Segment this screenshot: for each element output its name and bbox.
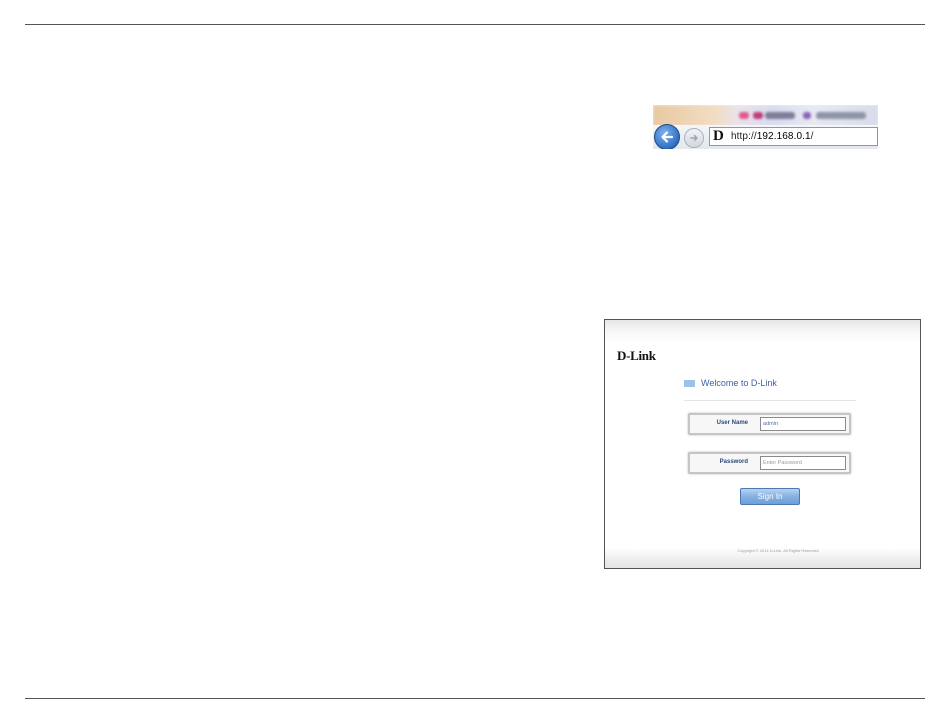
password-input[interactable] (760, 456, 846, 470)
browser-address-bar: D http://192.168.0.1/ (653, 105, 878, 149)
welcome-text: Welcome to D-Link (701, 378, 777, 388)
url-text: http://192.168.0.1/ (731, 131, 814, 142)
blurred-tab-favicon (803, 112, 811, 119)
password-row: Password (688, 452, 851, 474)
blurred-tab-strip (653, 105, 878, 126)
top-rule (25, 24, 925, 25)
username-input[interactable] (760, 417, 846, 431)
dlink-logo: D-Link (617, 348, 656, 363)
back-button[interactable] (654, 124, 680, 149)
login-window: D-Link Welcome to D-Link User Name Passw… (604, 319, 921, 569)
forward-button[interactable] (684, 128, 704, 148)
username-row: User Name (688, 413, 851, 435)
blurred-tab-title (765, 112, 795, 119)
password-label: Password (719, 459, 748, 465)
blurred-tab-favicon (753, 112, 763, 119)
copyright-text: Copyright © 2014 D-Link. All Rights Rese… (737, 548, 820, 553)
welcome-divider (684, 400, 856, 401)
forward-arrow-icon (690, 134, 698, 142)
url-host: 192.168.0.1 (756, 131, 811, 142)
url-field[interactable]: D http://192.168.0.1/ (709, 127, 878, 146)
sign-in-button[interactable]: Sign In (740, 488, 800, 505)
back-arrow-icon (661, 131, 674, 143)
welcome-heading: Welcome to D-Link (684, 378, 777, 388)
blurred-tab-favicon (739, 112, 749, 119)
url-suffix: / (810, 131, 814, 142)
bottom-rule (25, 698, 925, 699)
username-label: User Name (716, 420, 748, 426)
url-scheme: http:// (731, 131, 757, 142)
dlink-favicon-icon: D (713, 128, 724, 144)
blurred-tab-title (816, 112, 866, 119)
welcome-marker-icon (684, 379, 695, 387)
